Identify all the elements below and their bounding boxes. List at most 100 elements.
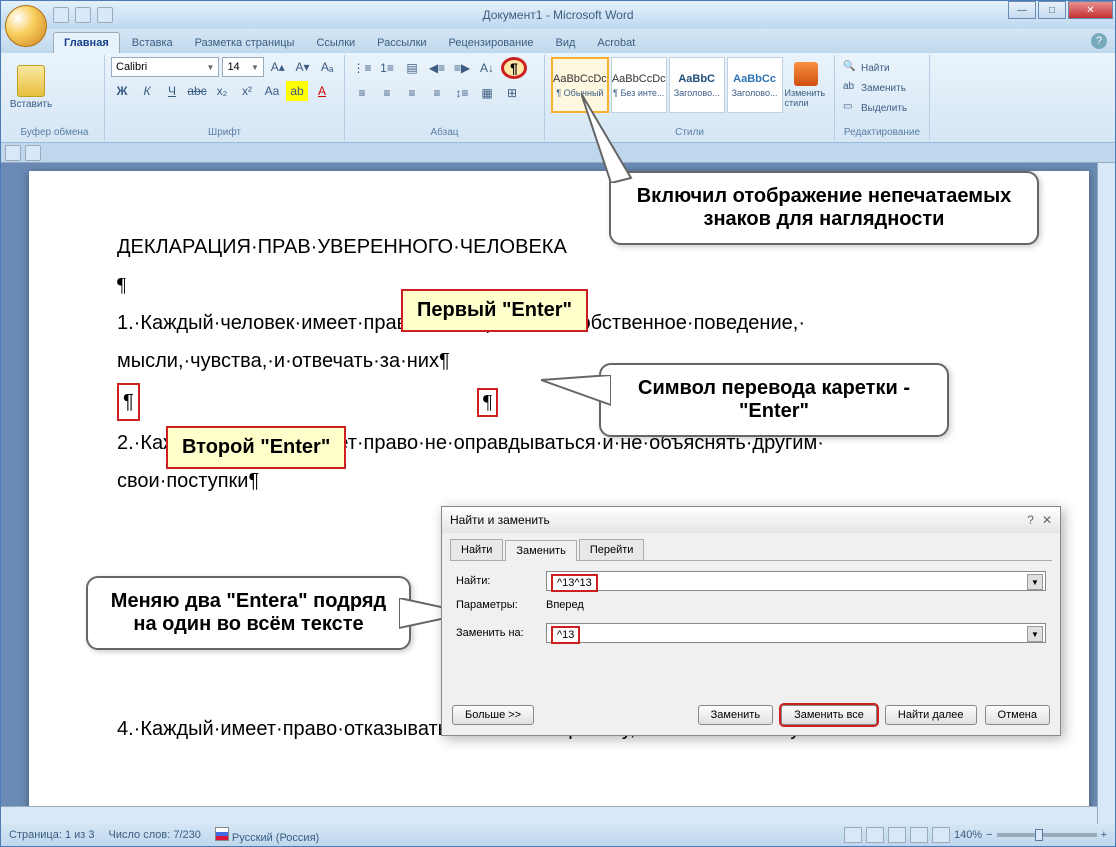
close-button[interactable]: ✕ [1068,1,1113,19]
style-heading2[interactable]: AaBbCc Заголово... [727,57,783,113]
find-input[interactable]: ^13^13▼ [546,571,1046,591]
bold-button[interactable]: Ж [111,81,133,101]
titlebar: Документ1 - Microsoft Word — □ ✕ [1,1,1115,29]
redo-icon[interactable] [97,7,113,23]
replace-input[interactable]: ^13▼ [546,623,1046,643]
dialog-help-icon[interactable]: ? [1027,513,1034,527]
callout-tail-3 [541,375,611,415]
window-title: Документ1 - Microsoft Word [482,8,633,22]
zoom-in-button[interactable]: + [1101,829,1107,841]
subscript-button[interactable]: x₂ [211,81,233,101]
justify-button[interactable]: ≡ [426,83,448,103]
show-pilcrow-button[interactable]: ¶ [501,57,527,79]
tab-references[interactable]: Ссылки [306,33,365,53]
dialog-body: Найти: ^13^13▼ Параметры: Вперед Заменит… [442,561,1060,661]
dlg-tab-goto[interactable]: Перейти [579,539,645,560]
indent-left-button[interactable]: ◀≡ [426,58,448,78]
italic-button[interactable]: К [136,81,158,101]
tab-insert[interactable]: Вставка [122,33,183,53]
group-clipboard: Вставить Буфер обмена [5,55,105,140]
view-print-layout[interactable] [844,827,862,843]
dialog-buttons: Больше >> Заменить Заменить все Найти да… [452,705,1050,725]
view-fullscreen[interactable] [866,827,884,843]
dialog-titlebar[interactable]: Найти и заменить ? ✕ [442,507,1060,533]
status-words[interactable]: Число слов: 7/230 [109,829,201,841]
style-heading1[interactable]: AaBbC Заголово... [669,57,725,113]
strike-button[interactable]: abc [186,81,208,101]
btn-more[interactable]: Больше >> [452,705,534,725]
horizontal-scrollbar[interactable] [1,806,1097,824]
view-draft[interactable] [932,827,950,843]
view-outline[interactable] [910,827,928,843]
help-icon[interactable]: ? [1091,33,1107,49]
clear-format-icon[interactable]: Aₐ [316,57,338,77]
zoom-value[interactable]: 140% [954,829,982,841]
shading-button[interactable]: ▦ [476,83,498,103]
status-page[interactable]: Страница: 1 из 3 [9,829,95,841]
btn-cancel[interactable]: Отмена [985,705,1050,725]
dialog-controls: ? ✕ [1027,513,1052,527]
tab-home[interactable]: Главная [53,32,120,53]
btn-replace[interactable]: Заменить [698,705,773,725]
dialog-close-icon[interactable]: ✕ [1042,513,1052,527]
zoom-thumb[interactable] [1035,829,1043,841]
align-center-button[interactable]: ≡ [376,83,398,103]
replace-label: Заменить на: [456,627,546,639]
select-button[interactable]: ▭Выделить [841,99,923,117]
align-left-button[interactable]: ≡ [351,83,373,103]
find-button[interactable]: 🔍Найти [841,59,923,77]
tab-acrobat[interactable]: Acrobat [587,33,645,53]
office-button[interactable] [5,5,47,47]
sort-button[interactable]: A↓ [476,58,498,78]
dialog-title: Найти и заменить [450,513,550,527]
statusbar: Страница: 1 из 3 Число слов: 7/230 Русск… [1,824,1115,846]
bullets-button[interactable]: ⋮≡ [351,58,373,78]
tab-review[interactable]: Рецензирование [439,33,544,53]
paste-button[interactable]: Вставить [11,57,51,117]
dlg-tab-find[interactable]: Найти [450,539,503,560]
binoculars-icon: 🔍 [843,61,857,75]
font-size-combo[interactable]: 14▼ [222,57,264,77]
tab-mailings[interactable]: Рассылки [367,33,436,53]
font-color-button[interactable]: A [311,81,333,101]
vertical-scrollbar[interactable] [1097,163,1115,824]
borders-button[interactable]: ⊞ [501,83,523,103]
view-icon[interactable] [5,145,21,161]
maximize-button[interactable]: □ [1038,1,1066,19]
multilevel-button[interactable]: ▤ [401,58,423,78]
undo-icon[interactable] [75,7,91,23]
ribbon-tabs: Главная Вставка Разметка страницы Ссылки… [1,29,1115,53]
tab-view[interactable]: Вид [546,33,586,53]
save-icon[interactable] [53,7,69,23]
highlight-button[interactable]: ab [286,81,308,101]
refresh-icon[interactable] [25,145,41,161]
change-styles-button[interactable]: Изменить стили [785,57,828,113]
font-name-combo[interactable]: Calibri▼ [111,57,219,77]
indent-right-button[interactable]: ≡▶ [451,58,473,78]
replace-icon: ab [843,81,857,95]
line-spacing-button[interactable]: ↕≡ [451,83,473,103]
dlg-tab-replace[interactable]: Заменить [505,540,576,561]
chevron-down-icon[interactable]: ▼ [1027,574,1043,590]
change-case-button[interactable]: Aa [261,81,283,101]
tab-layout[interactable]: Разметка страницы [185,33,305,53]
shrink-font-icon[interactable]: A▾ [292,57,314,77]
grow-font-icon[interactable]: A▴ [267,57,289,77]
btn-find-next[interactable]: Найти далее [885,705,977,725]
dialog-tabs: Найти Заменить Перейти [450,539,1052,561]
secondary-toolbar [1,143,1115,163]
numbering-button[interactable]: 1≡ [376,58,398,78]
view-web[interactable] [888,827,906,843]
replace-button[interactable]: abЗаменить [841,79,923,97]
status-lang[interactable]: Русский (Россия) [215,827,319,844]
align-right-button[interactable]: ≡ [401,83,423,103]
zoom-out-button[interactable]: − [986,829,992,841]
zoom-slider[interactable] [997,833,1097,837]
chevron-down-icon[interactable]: ▼ [1027,626,1043,642]
group-label-editing: Редактирование [835,127,929,138]
superscript-button[interactable]: x² [236,81,258,101]
underline-button[interactable]: Ч [161,81,183,101]
cursor-icon: ▭ [843,101,857,115]
btn-replace-all[interactable]: Заменить все [781,705,877,725]
minimize-button[interactable]: — [1008,1,1036,19]
